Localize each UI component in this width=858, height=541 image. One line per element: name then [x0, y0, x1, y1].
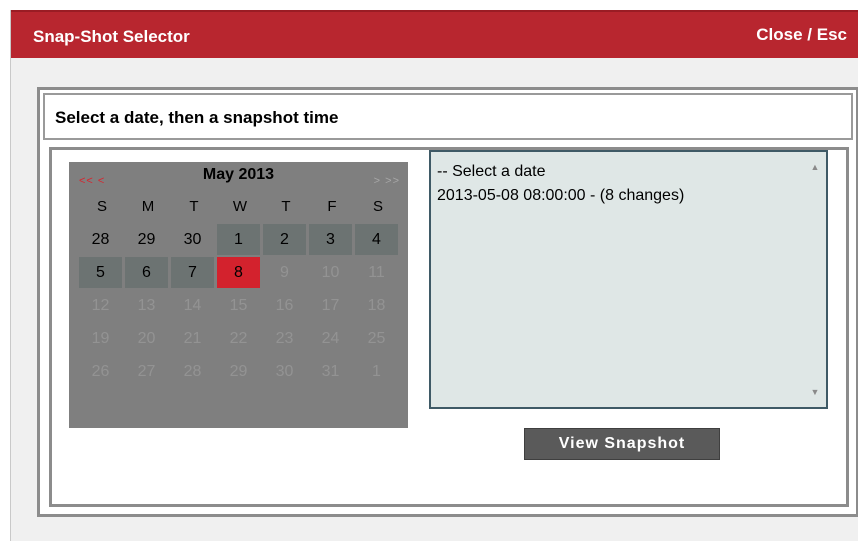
list-scrollbar[interactable]: ▲ ▼	[804, 152, 826, 407]
calendar-day: 27	[137, 362, 156, 380]
title-bar: Snap-Shot Selector Close / Esc	[11, 10, 858, 58]
weekday-header: W	[232, 198, 248, 215]
snapshot-selector-dialog: Snap-Shot Selector Close / Esc Select a …	[10, 10, 858, 541]
calendar-day: 30	[275, 362, 294, 380]
calendar-day: 25	[367, 329, 386, 347]
triangle-down-icon[interactable]: ▼	[804, 387, 826, 397]
calendar-day: 23	[275, 329, 294, 347]
calendar-day: 21	[183, 329, 202, 347]
calendar-day: 28	[183, 362, 202, 380]
triangle-up-icon[interactable]: ▲	[804, 162, 826, 172]
calendar-grid: S M T W T F S 28 29 30 1 2 3 4 5 6 7 8 9 10 11 12 13 14 15 16 17 18…	[79, 190, 401, 388]
weekday-header: T	[189, 198, 199, 215]
instructions-heading: Select a date, then a snapshot time	[55, 108, 339, 127]
calendar-month-label: May 2013	[202, 166, 275, 183]
instructions-box: Select a date, then a snapshot time	[43, 93, 853, 140]
calendar-day: 28	[79, 224, 122, 255]
calendar-day: 14	[183, 296, 202, 314]
weekday-header: S	[96, 198, 107, 215]
date-calendar: << < May 2013 > >> S M T W T F S 28 29 30 1 2 3 4 5 6 7 8…	[69, 162, 408, 428]
calendar-day: 11	[368, 263, 385, 281]
calendar-day: 16	[275, 296, 294, 314]
snapshot-time-list[interactable]: -- Select a date 2013-05-08 08:00:00 - (8…	[429, 150, 828, 409]
weekday-header: M	[141, 198, 155, 215]
dialog-title: Snap-Shot Selector	[33, 27, 190, 46]
calendar-day: 19	[91, 329, 110, 347]
calendar-day: 30	[171, 224, 214, 255]
calendar-day: 29	[229, 362, 248, 380]
calendar-day: 10	[321, 263, 340, 281]
weekday-header: S	[372, 198, 383, 215]
selector-content: << < May 2013 > >> S M T W T F S 28 29 30 1 2 3 4 5 6 7 8…	[49, 147, 849, 507]
weekday-header: T	[281, 198, 291, 215]
calendar-day: 24	[321, 329, 340, 347]
calendar-day: 22	[229, 329, 248, 347]
calendar-day: 17	[321, 296, 340, 314]
calendar-day[interactable]: 2	[263, 224, 306, 255]
calendar-day-selected[interactable]: 8	[217, 257, 260, 288]
snapshot-items: -- Select a date 2013-05-08 08:00:00 - (8…	[437, 160, 797, 208]
calendar-day[interactable]: 7	[171, 257, 214, 288]
next-month-button[interactable]: > >>	[374, 175, 400, 187]
calendar-day[interactable]: 6	[125, 257, 168, 288]
calendar-day: 13	[137, 296, 156, 314]
calendar-day: 15	[229, 296, 248, 314]
weekday-header: F	[327, 198, 337, 215]
snapshot-option[interactable]: 2013-05-08 08:00:00 - (8 changes)	[437, 184, 797, 208]
calendar-day[interactable]: 1	[217, 224, 260, 255]
calendar-day: 9	[280, 263, 289, 281]
calendar-day: 31	[321, 362, 340, 380]
calendar-day[interactable]: 5	[79, 257, 122, 288]
close-button[interactable]: Close / Esc	[756, 25, 847, 45]
calendar-day: 12	[91, 296, 110, 314]
selector-frame: Select a date, then a snapshot time << <…	[37, 87, 858, 517]
calendar-day[interactable]: 3	[309, 224, 352, 255]
calendar-day: 1	[372, 362, 381, 380]
calendar-day: 20	[137, 329, 156, 347]
calendar-day: 26	[91, 362, 110, 380]
calendar-day: 29	[125, 224, 168, 255]
snapshot-option[interactable]: -- Select a date	[437, 160, 797, 184]
calendar-day[interactable]: 4	[355, 224, 398, 255]
view-snapshot-button[interactable]: View Snapshot	[524, 428, 720, 460]
calendar-day: 18	[367, 296, 386, 314]
